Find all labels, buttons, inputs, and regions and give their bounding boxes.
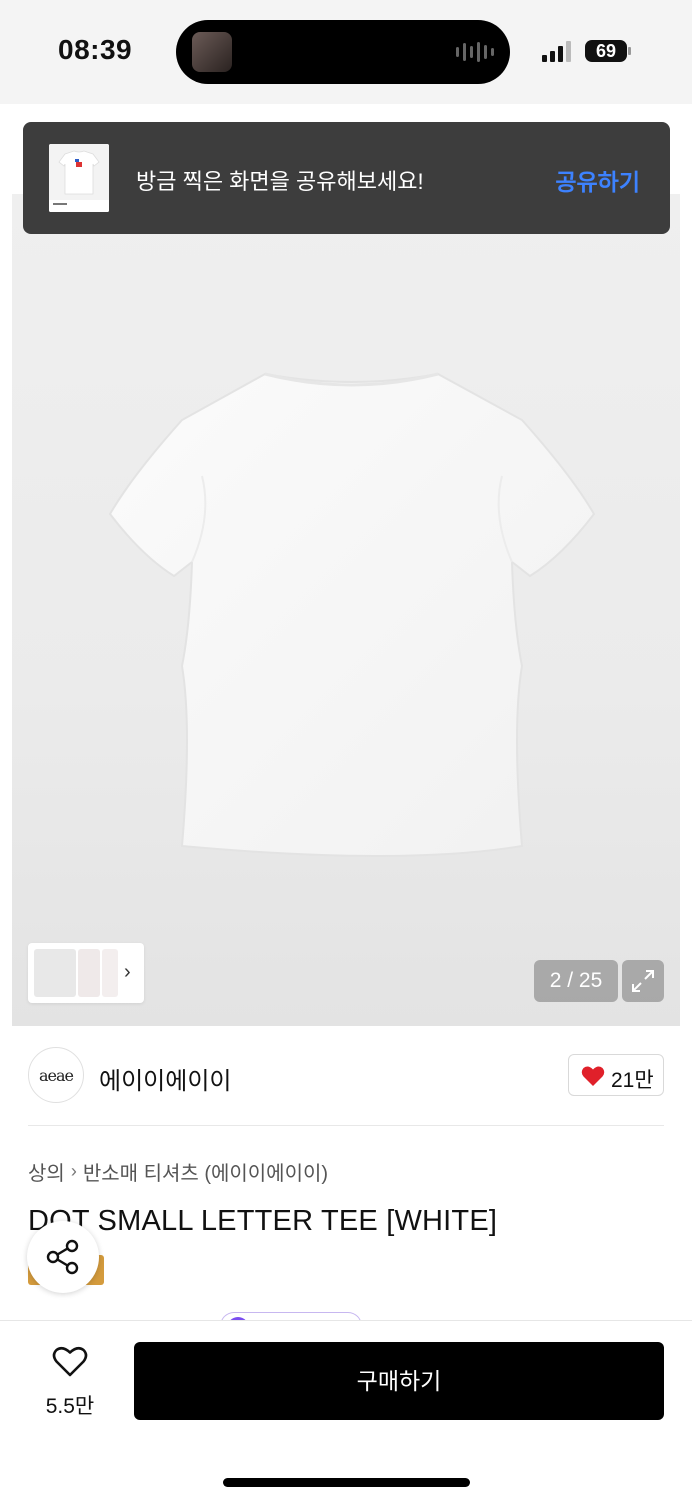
status-time: 08:39: [58, 34, 133, 65]
divider: [28, 1125, 664, 1126]
image-margin: [0, 194, 12, 1026]
image-counter: 2 / 25: [534, 960, 618, 1002]
share-button[interactable]: [27, 1221, 99, 1293]
expand-icon[interactable]: [622, 960, 664, 1002]
share-banner-button[interactable]: 공유하기: [555, 163, 640, 197]
heart-filled-icon: [581, 1066, 605, 1086]
brand-like-button[interactable]: 21만: [568, 1054, 664, 1096]
tshirt-image: [108, 372, 596, 857]
brand-logo[interactable]: aeae: [28, 1047, 84, 1103]
thumbnail-strip[interactable]: ›: [28, 943, 144, 1003]
bottom-action-bar: 5.5만 구매하기: [0, 1320, 692, 1500]
dynamic-island[interactable]: [176, 20, 510, 84]
brand-name[interactable]: 에이이에이이: [99, 1061, 231, 1096]
chevron-right-icon[interactable]: ›: [124, 961, 131, 984]
chevron-right-icon: ›: [70, 1161, 77, 1181]
share-icon: [46, 1239, 79, 1275]
product-image[interactable]: [12, 194, 680, 1026]
battery-tip: [628, 47, 631, 55]
share-screenshot-banner[interactable]: 방금 찍은 화면을 공유해보세요! 공유하기: [23, 122, 670, 234]
battery-icon: 69: [585, 40, 627, 62]
thumbnail-item[interactable]: [102, 949, 118, 997]
breadcrumb-category[interactable]: 상의: [28, 1157, 65, 1186]
audio-waveform-icon: [456, 42, 494, 62]
status-bar: 08:39 69: [0, 0, 692, 104]
wishlist-count: 5.5만: [45, 1395, 95, 1418]
screenshot-thumbnail: [49, 144, 109, 212]
product-title: DOT SMALL LETTER TEE [WHITE]: [28, 1205, 498, 1237]
buy-button[interactable]: 구매하기: [134, 1342, 664, 1420]
cellular-signal-icon: [542, 40, 571, 62]
thumbnail-item[interactable]: [34, 949, 76, 997]
thumbnail-item[interactable]: [78, 949, 100, 997]
breadcrumb: 상의 › 반소매 티셔츠 (에이이에이이): [28, 1157, 328, 1186]
heart-outline-icon: [52, 1346, 88, 1377]
brand-like-count: 21만: [611, 1069, 654, 1092]
share-banner-message: 방금 찍은 화면을 공유해보세요!: [136, 169, 424, 194]
home-indicator[interactable]: [223, 1478, 470, 1487]
now-playing-artwork: [192, 32, 232, 72]
breadcrumb-subcategory[interactable]: 반소매 티셔츠 (에이이에이이): [83, 1157, 328, 1186]
brand-row: aeae 에이이에이이 21만: [28, 1047, 664, 1105]
wishlist-button[interactable]: 5.5만: [30, 1346, 110, 1420]
